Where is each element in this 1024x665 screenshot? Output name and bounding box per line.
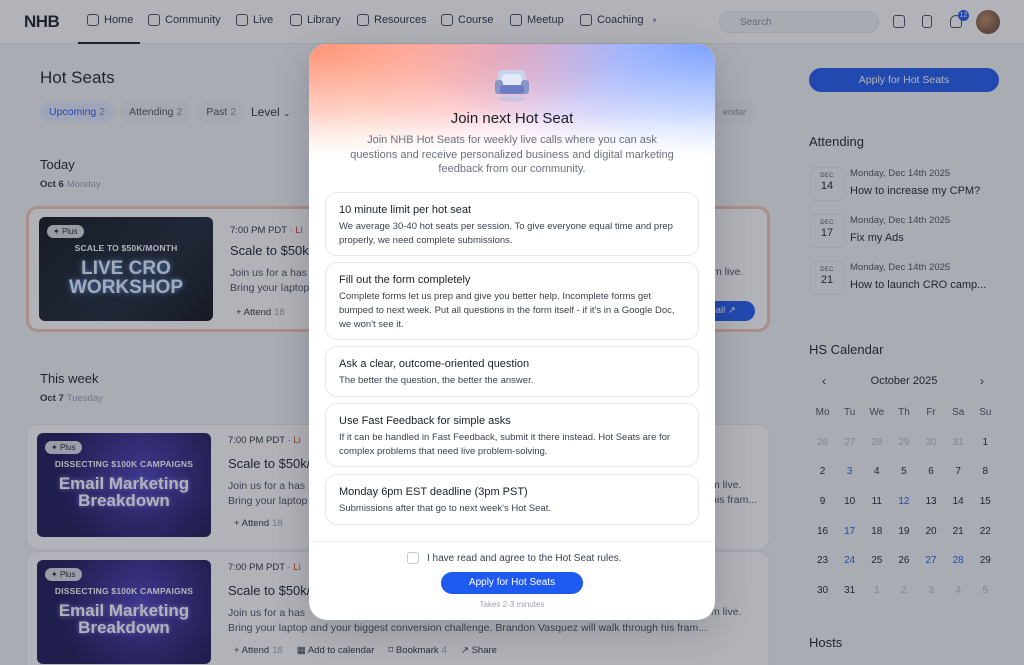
rule-body: The better the question, the better the … bbox=[339, 375, 534, 386]
divider bbox=[309, 541, 715, 542]
rule-card: Monday 6pm EST deadline (3pm PST) Submis… bbox=[325, 474, 699, 525]
rule-card: 10 minute limit per hot seat We average … bbox=[325, 192, 699, 256]
rule-title: Fill out the form completely bbox=[339, 274, 471, 286]
modal-title: Join next Hot Seat bbox=[450, 110, 574, 127]
rule-body: Complete forms let us prep and give you … bbox=[339, 291, 675, 330]
agree-label[interactable]: I have read and agree to the Hot Seat ru… bbox=[427, 553, 622, 564]
rule-title: Monday 6pm EST deadline (3pm PST) bbox=[339, 486, 528, 498]
rule-body: If it can be handled in Fast Feedback, s… bbox=[339, 432, 671, 457]
modal-subtitle: Join NHB Hot Seats for weekly live calls… bbox=[350, 134, 674, 175]
rule-title: Use Fast Feedback for simple asks bbox=[339, 415, 511, 427]
apply-hot-seats-submit-button[interactable]: Apply for Hot Seats bbox=[441, 572, 583, 594]
rule-card: Ask a clear, outcome-oriented question T… bbox=[325, 346, 699, 397]
rule-card: Fill out the form completely Complete fo… bbox=[325, 262, 699, 340]
time-estimate: Takes 2-3 minutes bbox=[479, 600, 545, 609]
rule-card: Use Fast Feedback for simple asks If it … bbox=[325, 403, 699, 467]
join-hot-seat-modal: Join next Hot Seat Join NHB Hot Seats fo… bbox=[309, 44, 715, 620]
agree-row: I have read and agree to the Hot Seat ru… bbox=[407, 552, 622, 564]
rule-body: Submissions after that go to next week's… bbox=[339, 503, 551, 514]
agree-checkbox[interactable] bbox=[407, 552, 419, 564]
rule-body: We average 30-40 hot seats per session. … bbox=[339, 221, 673, 246]
rule-title: 10 minute limit per hot seat bbox=[339, 204, 472, 216]
rule-title: Ask a clear, outcome-oriented question bbox=[339, 358, 530, 370]
armchair-icon bbox=[495, 70, 529, 102]
